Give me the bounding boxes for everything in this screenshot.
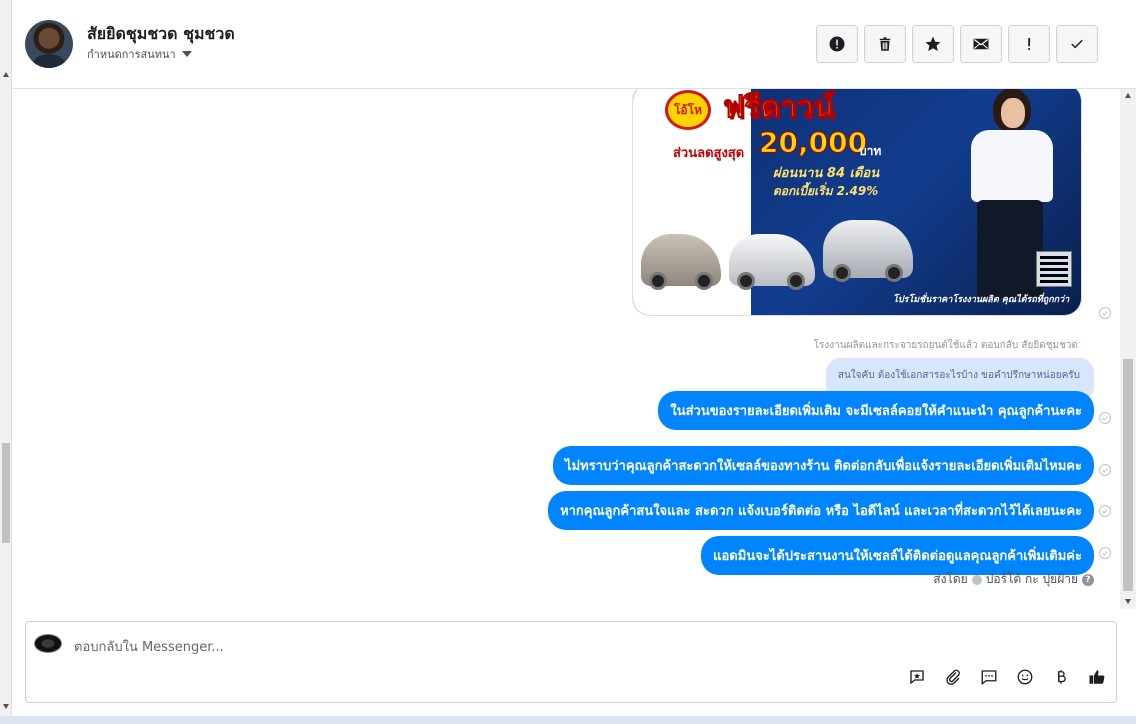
delete-button[interactable] xyxy=(864,25,906,63)
spam-button[interactable] xyxy=(1008,25,1050,63)
header-actions xyxy=(816,25,1098,63)
emoji-icon[interactable] xyxy=(1016,668,1034,686)
message-template-icon[interactable] xyxy=(980,668,998,686)
contact-name[interactable]: สัยยิดชุมชวด ชุมชวด xyxy=(87,22,235,47)
avatar[interactable] xyxy=(25,20,73,68)
scroll-up-arrow-icon[interactable] xyxy=(1125,93,1131,98)
bottom-strip xyxy=(0,716,1136,724)
thumbs-up-icon[interactable] xyxy=(1088,668,1106,686)
alert-circle-icon xyxy=(829,36,845,52)
sent-by-line: ส่งโดย ปอร์โต้ กะ ปุยฝ้าย ? xyxy=(933,570,1094,589)
seen-check-icon xyxy=(1099,464,1111,476)
qr-code xyxy=(1037,252,1071,286)
composer-tools xyxy=(908,668,1106,686)
message-bubble[interactable]: ไม่ทราบว่าคุณลูกค้าสะดวกให้เซลล์ของทางร้… xyxy=(553,446,1094,485)
sent-by-agent[interactable]: ปอร์โต้ กะ ปุยฝ้าย xyxy=(986,570,1078,589)
message-bubble[interactable]: ในส่วนของรายละเอียดเพิ่มเติม จะมีเซลล์คอ… xyxy=(658,391,1094,430)
saved-reply-icon[interactable] xyxy=(908,668,926,686)
promo-unit: บาท xyxy=(859,144,882,158)
conversation-options-label: กำหนดการสนทนา xyxy=(87,48,176,61)
mark-unread-button[interactable] xyxy=(960,25,1002,63)
thread-scrollbar[interactable] xyxy=(1120,89,1136,609)
scroll-down-arrow-icon[interactable] xyxy=(1125,599,1131,604)
conversation-options[interactable]: กำหนดการสนทนา xyxy=(87,45,192,63)
agent-status-icon xyxy=(971,574,982,585)
promo-badge: โอ้โห xyxy=(665,90,711,130)
promo-image[interactable]: โอ้โห ฟรีดาวน์ ส่วนลดสูงสุด 20,000 บาท ผ… xyxy=(632,89,1082,316)
exclamation-icon xyxy=(1028,38,1031,50)
attachment-icon[interactable] xyxy=(944,668,962,686)
outer-scroll-thumb[interactable] xyxy=(2,443,10,543)
scroll-down-arrow-icon[interactable] xyxy=(3,704,9,709)
promo-installment: ผ่อนนาน 84 เดือน xyxy=(773,166,880,181)
promo-amount: 20,000 xyxy=(758,126,868,160)
report-button[interactable] xyxy=(816,25,858,63)
conversation-header: สัยยิดชุมชวด ชุมชวด กำหนดการสนทนา xyxy=(12,0,1136,89)
seen-check-icon xyxy=(1099,412,1111,424)
promo-footer: โปรโมชั่นราคาโรงงานผลิต คุณได้รถที่ถูกกว… xyxy=(893,295,1070,305)
trash-icon xyxy=(879,37,891,51)
help-icon[interactable]: ? xyxy=(1082,573,1094,586)
message-group: ในส่วนของรายละเอียดเพิ่มเติม จะมีเซลล์คอ… xyxy=(548,391,1094,575)
promo-interest: ดอกเบี้ยเริ่ม 2.49% xyxy=(773,184,879,198)
seen-check-icon xyxy=(1099,547,1111,559)
seen-check-icon xyxy=(1099,505,1111,517)
message-thread[interactable]: โอ้โห ฟรีดาวน์ ส่วนลดสูงสุด 20,000 บาท ผ… xyxy=(12,89,1136,609)
check-icon xyxy=(1071,39,1083,49)
seen-check-icon xyxy=(1099,307,1111,319)
page-avatar xyxy=(34,634,62,653)
car-pickup xyxy=(729,234,815,290)
car-cargo-truck xyxy=(823,220,913,282)
message-bubble[interactable]: หากคุณลูกค้าสนใจและ สะดวก แจ้งเบอร์ติดต่… xyxy=(548,491,1094,530)
done-button[interactable] xyxy=(1056,25,1098,63)
conversation-panel: สัยยิดชุมชวด ชุมชวด กำหนดการสนทนา โอ้โห … xyxy=(12,0,1136,716)
chevron-down-icon xyxy=(181,51,192,57)
scroll-up-arrow-icon[interactable] xyxy=(3,72,9,77)
sent-by-prefix: ส่งโดย xyxy=(933,572,968,586)
promo-headline: ฟรีดาวน์ xyxy=(722,90,835,126)
envelope-icon xyxy=(973,38,989,50)
message-composer[interactable]: ตอบกลับใน Messenger... xyxy=(25,621,1117,703)
star-button[interactable] xyxy=(912,25,954,63)
outer-scrollbar[interactable] xyxy=(0,0,12,716)
thread-scroll-thumb[interactable] xyxy=(1123,359,1133,591)
reply-meta: โรงงานผลิตและกระจายรถยนต์ใช้แล้ว ตอบกลับ… xyxy=(813,340,1078,351)
reply-input[interactable]: ตอบกลับใน Messenger... xyxy=(74,636,224,657)
promo-discount-label: ส่วนลดสูงสุด xyxy=(673,146,745,161)
star-icon xyxy=(925,36,941,52)
baht-payment-icon[interactable] xyxy=(1052,668,1070,686)
